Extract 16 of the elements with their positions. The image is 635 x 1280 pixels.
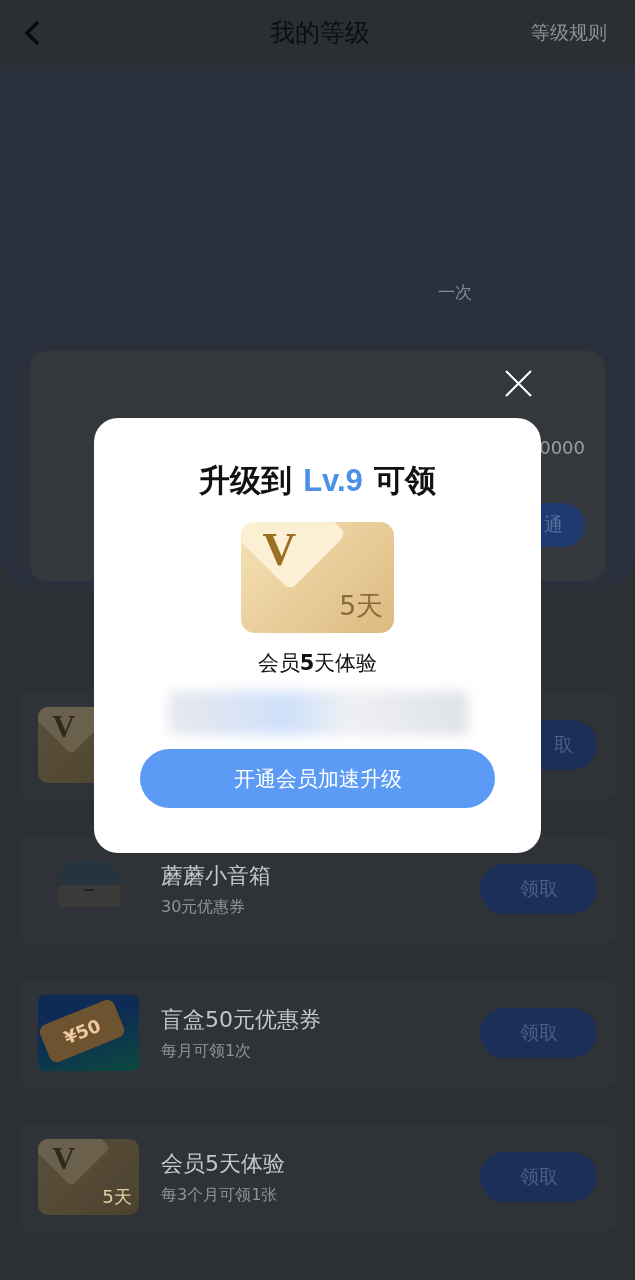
reward-title: 会员5天体验 [161, 1149, 286, 1178]
vip-card-icon: V 5天 [38, 1139, 139, 1215]
upgrade-button[interactable]: 开通会员加速升级 [140, 749, 495, 808]
value-text: 0000 [539, 437, 585, 458]
reward-subtitle: 每月可领1次 [161, 1040, 253, 1062]
reward-name: 会员5天体验 [257, 650, 378, 677]
close-icon[interactable] [505, 370, 532, 397]
reward-title: 蘑蘑小音箱 [161, 861, 272, 890]
reward-subtitle: 30元优惠券 [161, 896, 247, 918]
dialog-title: 升级到 Lv.9 可领 [199, 461, 436, 500]
coupon-icon: ¥50 [38, 995, 139, 1071]
reward-subtitle: 每3个月可领1张 [161, 1184, 279, 1206]
level-rules-link[interactable]: 等级规则 [531, 19, 607, 46]
vip-card-icon: V 5天 [241, 522, 394, 633]
hint-text: 一次 [437, 281, 473, 304]
reward-title: 盲盒50元优惠券 [161, 1005, 322, 1034]
